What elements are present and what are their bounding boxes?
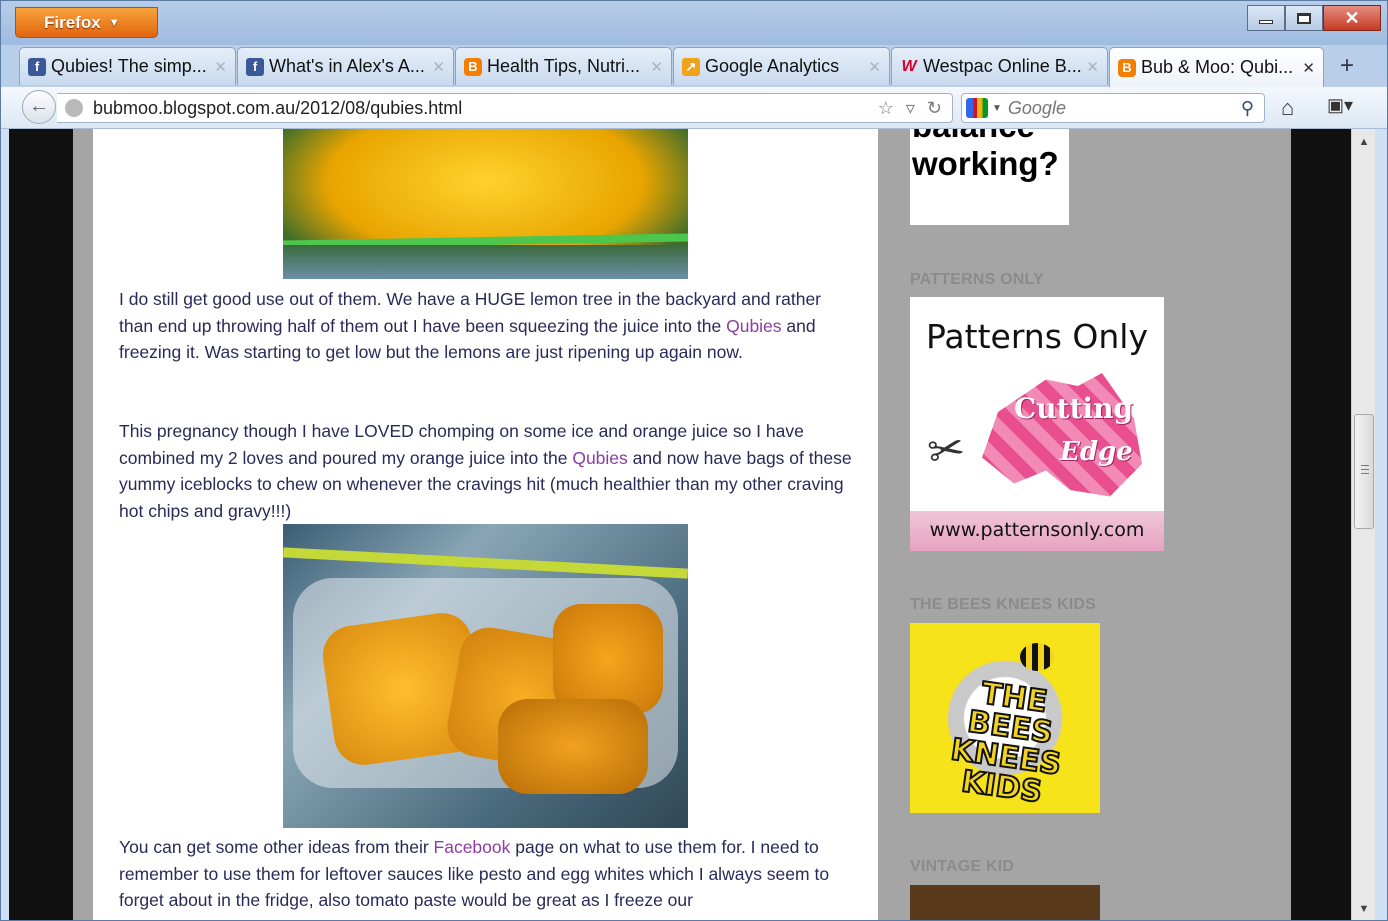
close-icon: ✕ [1344,7,1360,28]
work-life-balance-badge[interactable]: balance working? [910,129,1069,225]
banner-title: Patterns Only [926,317,1148,356]
firefox-menu-button[interactable]: Firefox ▼ [15,7,158,38]
chevron-down-icon: ▼ [108,16,120,29]
close-window-button[interactable]: ✕ [1323,5,1381,31]
tab-google-analytics[interactable]: ↗ Google Analytics ✕ [673,47,890,85]
minimize-icon [1259,20,1273,24]
blogger-icon: B [464,57,482,76]
lemon-juice-qubies-photo[interactable] [283,129,688,279]
banner-url: www.patternsonly.com [929,519,1145,541]
bag-zip-strip [283,547,688,579]
tab-bub-moo[interactable]: B Bub & Moo: Qubi... ✕ [1109,47,1324,87]
cutting-text: Cutting [1014,392,1134,425]
tab-westpac[interactable]: W Westpac Online B... ✕ [891,47,1108,85]
address-bar-icons: ☆ ▿ ↻ [878,98,942,119]
title-bar: Firefox ▼ ✕ [1,1,1387,45]
search-bar[interactable]: ▼ Google ⚲ [961,93,1265,123]
facebook-icon: f [246,57,264,76]
reload-icon[interactable]: ↻ [927,98,942,119]
facebook-link[interactable]: Facebook [434,837,511,857]
close-tab-icon[interactable]: ✕ [214,58,227,76]
window-left-border [1,129,9,920]
new-tab-button[interactable]: + [1327,49,1367,83]
widget-title-vintage-kid: VINTAGE KID [910,858,1015,875]
window-controls: ✕ [1247,5,1381,31]
page-viewport: I do still get good use out of them. We … [1,129,1387,920]
tab-bar: f Qubies! The simp... ✕ f What's in Alex… [1,45,1387,87]
tab-label: Bub & Moo: Qubi... [1141,57,1294,77]
browser-window: Firefox ▼ ✕ f Qubies! The simp... ✕ f Wh… [0,0,1388,921]
tab-health-tips[interactable]: B Health Tips, Nutri... ✕ [455,47,672,85]
post-paragraph-pregnancy: This pregnancy though I have LOVED chomp… [119,418,859,524]
post-paragraph-ideas: You can get some other ideas from their … [119,834,859,914]
scissors-icon: ✂ [924,423,969,478]
photo-background [283,245,688,279]
tab-label: Westpac Online B... [923,56,1082,76]
edge-text: Edge [1060,437,1133,467]
bees-knees-logo-text: THE BEES KNEES KIDS [948,675,1065,811]
orange-iceblocks-photo[interactable] [283,524,688,828]
blog-post-body: I do still get good use out of them. We … [93,129,878,920]
close-tab-icon[interactable]: ✕ [1302,59,1315,77]
close-tab-icon[interactable]: ✕ [868,58,881,76]
qubies-link[interactable]: Qubies [726,316,781,336]
paragraph-text: I do still get good use out of them. We … [119,289,822,336]
maximize-button[interactable] [1285,5,1323,31]
home-button[interactable]: ⌂ [1281,95,1294,121]
widget-title-bees-knees: THE BEES KNEES KIDS [910,596,1097,613]
search-input[interactable]: Google [1008,98,1241,119]
back-button[interactable]: ← [22,90,56,124]
tab-qubies-facebook[interactable]: f Qubies! The simp... ✕ [19,47,236,85]
maximize-icon [1297,12,1311,24]
site-identity-icon[interactable] [65,99,83,117]
qubies-link[interactable]: Qubies [572,448,627,468]
iceblock [553,604,663,714]
vertical-scrollbar[interactable]: ▲ ▼ [1351,129,1376,920]
close-tab-icon[interactable]: ✕ [650,58,663,76]
tab-label: Health Tips, Nutri... [487,56,641,76]
tab-label: What's in Alex's A... [269,56,425,76]
history-dropdown-icon[interactable]: ▿ [906,98,915,119]
post-paragraph-lemons: I do still get good use out of them. We … [119,286,859,366]
bookmarks-menu-button[interactable]: ▣▾ [1327,95,1353,116]
widget-title-patterns-only: PATTERNS ONLY [910,271,1044,288]
patterns-only-banner[interactable]: Patterns Only Cutting Edge ✂ www.pattern… [910,297,1164,551]
url-text[interactable]: bubmoo.blogspot.com.au/2012/08/qubies.ht… [93,98,878,119]
facebook-icon: f [28,57,46,76]
window-right-border [1375,129,1387,920]
scroll-up-arrow-icon[interactable]: ▲ [1352,131,1376,153]
blog-sidebar: balance working? PATTERNS ONLY Patterns … [878,129,1291,920]
westpac-icon: W [901,57,917,75]
navigation-bar: ← bubmoo.blogspot.com.au/2012/08/qubies.… [1,87,1387,129]
bees-knees-kids-banner[interactable]: THE BEES KNEES KIDS [910,623,1100,813]
badge-line-2: working? [912,145,1059,182]
bee-icon [1020,643,1054,671]
tab-label: Qubies! The simp... [51,56,207,76]
bookmark-star-icon[interactable]: ☆ [878,98,894,119]
address-bar[interactable]: bubmoo.blogspot.com.au/2012/08/qubies.ht… [57,93,953,123]
close-tab-icon[interactable]: ✕ [432,58,445,76]
blogger-icon: B [1118,58,1136,77]
minimize-button[interactable] [1247,5,1285,31]
google-search-engine-icon[interactable] [966,98,988,118]
search-icon[interactable]: ⚲ [1241,98,1254,119]
tab-alex-facebook[interactable]: f What's in Alex's A... ✕ [237,47,454,85]
firefox-menu-label: Firefox [44,12,101,32]
scroll-down-arrow-icon[interactable]: ▼ [1352,898,1376,920]
close-tab-icon[interactable]: ✕ [1086,58,1099,76]
tab-label: Google Analytics [705,56,840,76]
grip-icon [1361,465,1369,474]
scrollbar-thumb[interactable] [1354,414,1374,529]
iceblock [498,699,648,794]
vintage-kid-banner[interactable] [910,885,1100,920]
back-arrow-icon: ← [29,95,49,117]
paragraph-text: You can get some other ideas from their [119,837,434,857]
badge-line-1: balance [912,129,1069,145]
google-analytics-icon: ↗ [682,57,700,76]
chevron-down-icon[interactable]: ▼ [992,103,1002,114]
